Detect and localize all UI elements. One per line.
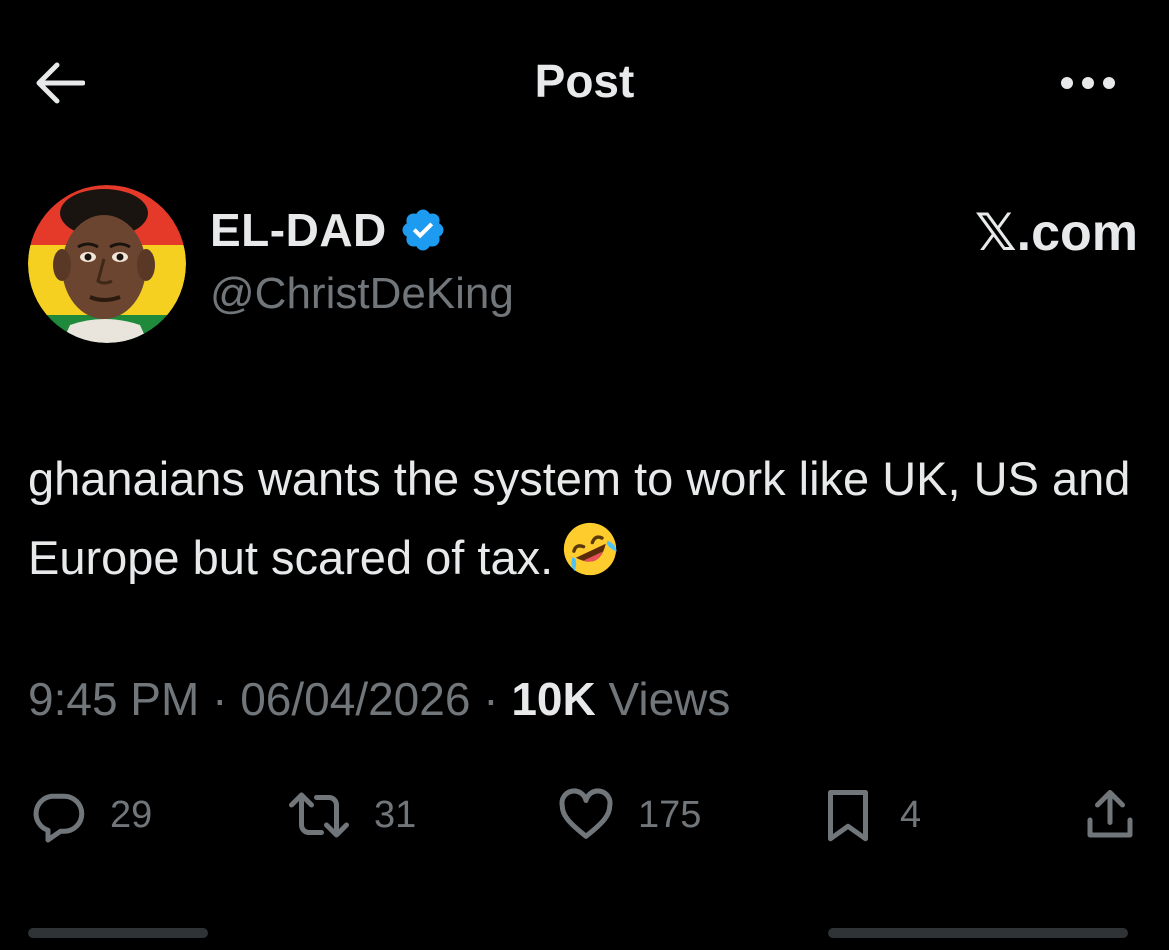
like-count: 175 [638, 793, 702, 836]
more-options-button[interactable] [1053, 60, 1123, 106]
brand-label: 𝕏.com [974, 204, 1138, 262]
page-title: Post [534, 55, 635, 107]
like-button[interactable]: 175 [556, 780, 701, 850]
meta-separator: · [199, 673, 241, 725]
reply-count: 29 [110, 793, 153, 836]
avatar[interactable] [28, 185, 186, 343]
avatar-image [28, 185, 186, 343]
reply-icon [33, 793, 85, 843]
reply-button[interactable]: 29 [28, 780, 152, 850]
user-handle[interactable]: @ChristDeKing [210, 269, 514, 319]
bookmark-count: 4 [900, 793, 922, 836]
share-icon [1087, 790, 1133, 838]
repost-icon [289, 792, 349, 838]
views-label: Views [608, 673, 731, 725]
more-horizontal-icon [1061, 77, 1115, 89]
display-name: EL-DAD [210, 204, 387, 256]
next-section-cutoff [28, 920, 1128, 950]
post-date[interactable]: 06/04/2026 [240, 673, 470, 725]
display-name-row[interactable]: EL-DAD [210, 203, 447, 257]
post-author: EL-DAD @ChristDeKing 𝕏.com [28, 185, 1138, 345]
repost-count: 31 [374, 793, 417, 836]
views-count: 10K [511, 673, 596, 725]
post-text: ghanaians wants the system to work like … [28, 440, 1138, 597]
verified-badge-icon [402, 209, 444, 251]
bookmark-icon [828, 790, 868, 842]
rolling-on-floor-laughing-emoji [564, 522, 617, 576]
top-bar: Post [0, 0, 1169, 165]
bookmark-button[interactable]: 4 [818, 780, 921, 850]
meta-separator: · [470, 673, 512, 725]
post-meta: 9:45 PM · 06/04/2026 · 10K Views [28, 672, 730, 726]
repost-button[interactable]: 31 [286, 780, 416, 850]
post-time[interactable]: 9:45 PM [28, 673, 199, 725]
action-bar: 29 31 175 4 [28, 780, 1143, 850]
heart-icon [559, 788, 613, 839]
share-button[interactable] [1080, 780, 1140, 850]
